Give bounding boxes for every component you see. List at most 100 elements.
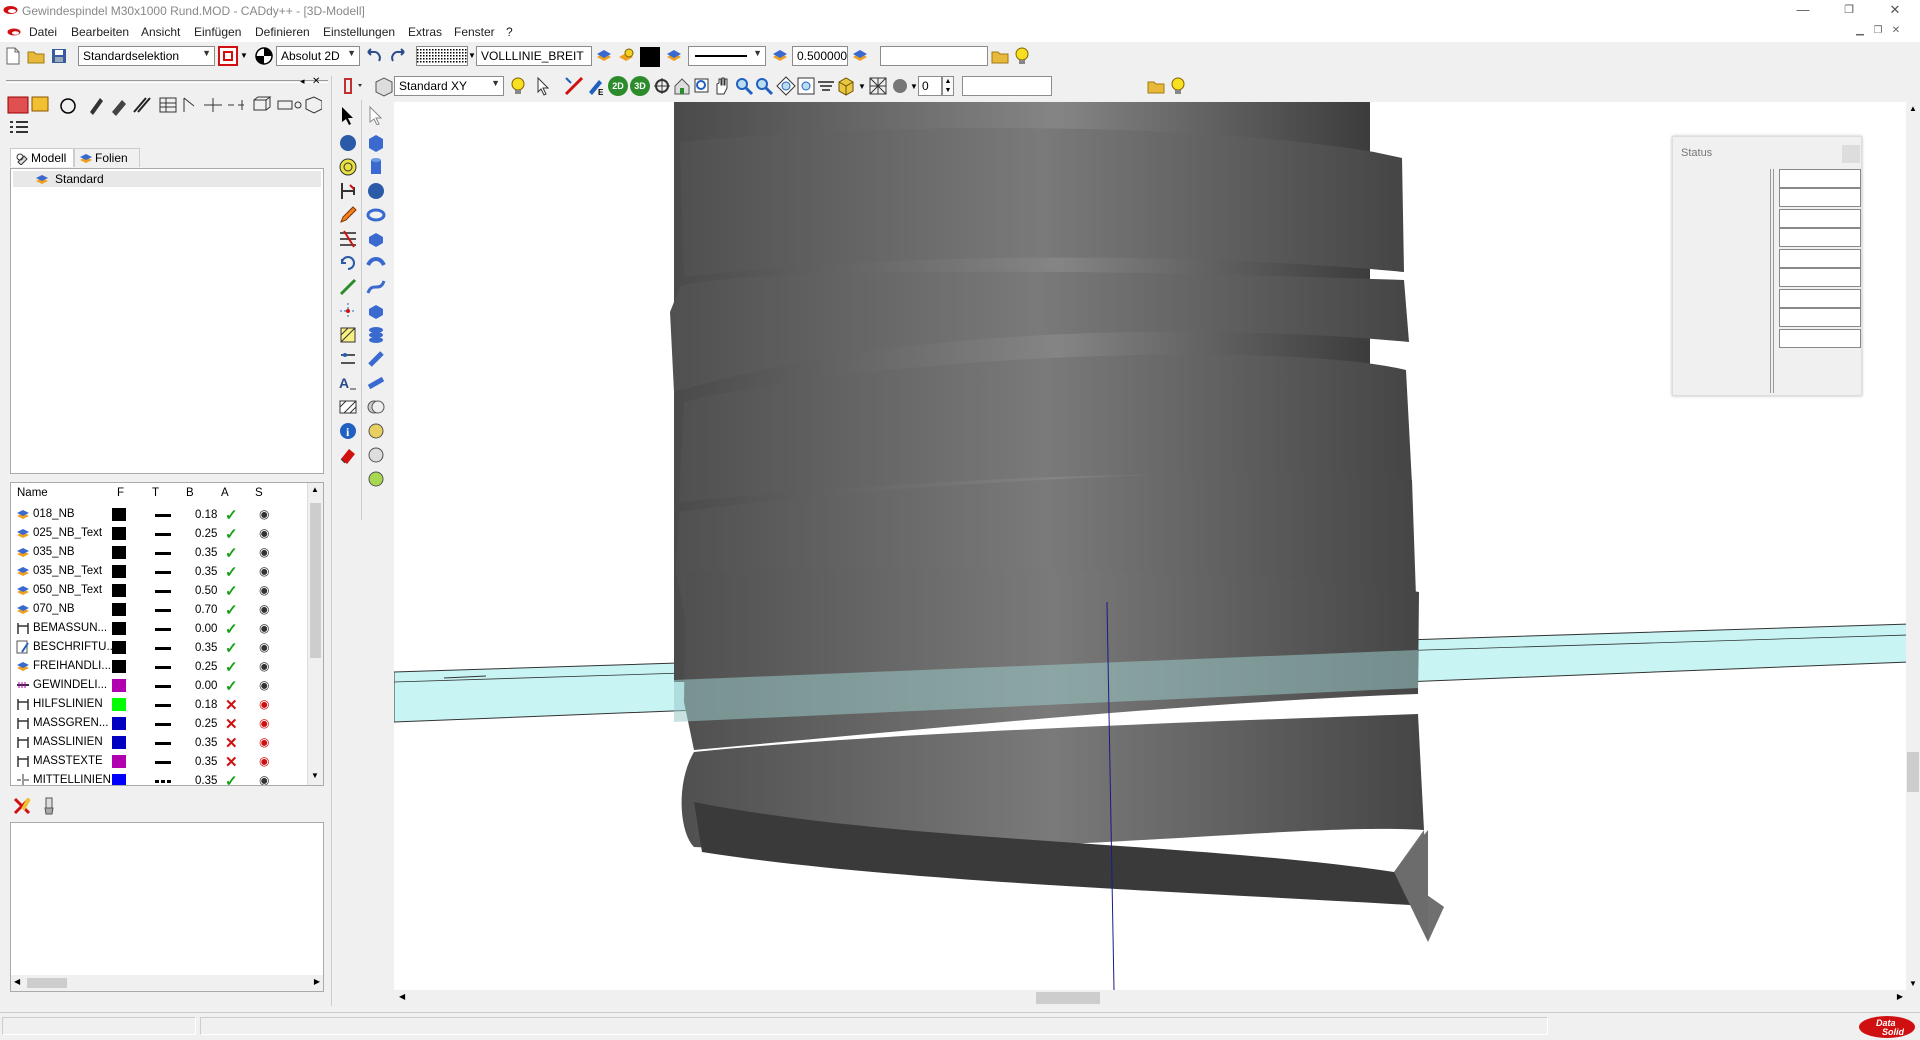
mdi-restore-button[interactable]: ❐: [1870, 25, 1886, 39]
layer-row[interactable]: 025_NB_Text 0.25 ✓ ◉: [11, 524, 307, 543]
layer-linetype[interactable]: [155, 704, 171, 707]
menu-bearbeiten[interactable]: Bearbeiten: [71, 25, 129, 39]
delete-red-x-icon[interactable]: [12, 796, 32, 816]
layer-color-swatch[interactable]: [112, 774, 126, 785]
pipe-tool-icon[interactable]: [364, 372, 388, 394]
eye-icon[interactable]: ◉: [259, 545, 269, 559]
status-close-button[interactable]: [1842, 145, 1860, 163]
layer-linetype[interactable]: [155, 571, 171, 574]
mdi-close-button[interactable]: ✕: [1888, 25, 1904, 39]
tab-folien[interactable]: Folien: [74, 148, 140, 167]
cross-icon[interactable]: ✕: [225, 715, 238, 733]
eye-icon[interactable]: ◉: [259, 507, 269, 521]
layer-width[interactable]: 0.35: [195, 566, 217, 578]
info-icon[interactable]: i: [336, 420, 360, 442]
layer-color-swatch[interactable]: [112, 508, 126, 521]
tab-modell[interactable]: Modell: [10, 148, 74, 167]
menu-einstellungen[interactable]: Einstellungen: [323, 25, 395, 39]
measure-icon[interactable]: [564, 76, 584, 96]
shell-tool-icon[interactable]: [364, 348, 388, 370]
sphere-tool-icon[interactable]: [336, 132, 360, 154]
col-header-f[interactable]: F: [117, 487, 124, 499]
eye-icon[interactable]: ◉: [259, 659, 269, 673]
eye-icon[interactable]: ◉: [259, 564, 269, 578]
properties-hscrollbar[interactable]: ◀ ▶: [11, 975, 323, 991]
line-type-field[interactable]: VOLLLINIE_BREIT: [476, 46, 592, 66]
layer-row[interactable]: 035_NB_Text 0.35 ✓ ◉: [11, 562, 307, 581]
lightbulb-icon-2[interactable]: [1168, 76, 1188, 96]
transform-tool-icon[interactable]: [336, 348, 360, 370]
eye-hidden-icon[interactable]: ◉: [259, 697, 269, 711]
menu-extras[interactable]: Extras: [408, 25, 442, 39]
eye-hidden-icon[interactable]: ◉: [259, 735, 269, 749]
select-tool-alt-icon[interactable]: [364, 104, 388, 126]
cross-icon[interactable]: ✕: [225, 753, 238, 771]
layer-width[interactable]: 0.35: [195, 775, 217, 785]
save-icon[interactable]: [49, 46, 69, 66]
layer-linetype[interactable]: [155, 628, 171, 631]
layer-width[interactable]: 0.70: [195, 604, 217, 616]
layer-linetype[interactable]: [155, 761, 171, 764]
eye-icon[interactable]: ◉: [259, 773, 269, 785]
menu-definieren[interactable]: Definieren: [255, 25, 310, 39]
layer-color-swatch[interactable]: [112, 755, 126, 768]
view-3d-button[interactable]: 3D: [630, 76, 650, 96]
layer-width[interactable]: 0.00: [195, 623, 217, 635]
coordinate-origin-icon[interactable]: [254, 46, 274, 66]
open-folder-icon[interactable]: [26, 46, 46, 66]
toolbar2-search-field[interactable]: [962, 76, 1052, 96]
grid-dropdown-icon[interactable]: ▼: [468, 51, 476, 60]
view-cube-icon[interactable]: [372, 76, 394, 98]
panel-pin-icon[interactable]: ◂: [300, 76, 305, 87]
layer-width[interactable]: 0.25: [195, 661, 217, 673]
shading-dropdown-icon[interactable]: ▼: [910, 82, 918, 91]
col-header-s[interactable]: S: [255, 487, 263, 499]
boolean-tool-icon[interactable]: [364, 396, 388, 418]
shaded-sphere-icon[interactable]: [890, 76, 910, 96]
layer-linetype[interactable]: [155, 647, 171, 650]
material-tool-icon[interactable]: [364, 420, 388, 442]
rotate-view-icon[interactable]: [652, 76, 672, 96]
layer-settings-icon[interactable]: [616, 46, 636, 66]
cross-icon[interactable]: ✕: [225, 734, 238, 752]
layer-row[interactable]: 050_NB_Text 0.50 ✓ ◉: [11, 581, 307, 600]
view-2d-button[interactable]: 2D: [608, 76, 628, 96]
eye-icon[interactable]: ◉: [259, 526, 269, 540]
tree-item-standard[interactable]: Standard: [13, 171, 321, 187]
zoom-all-icon[interactable]: [776, 76, 796, 96]
layer-width[interactable]: 0.35: [195, 547, 217, 559]
dimension-tool-icon[interactable]: [336, 180, 360, 202]
redo-icon[interactable]: [388, 46, 408, 66]
zoom-window-icon[interactable]: [692, 76, 712, 96]
layer-row[interactable]: MASSTEXTE 0.35 ✕ ◉: [11, 752, 307, 771]
check-icon[interactable]: ✓: [225, 658, 238, 676]
check-icon[interactable]: ✓: [225, 601, 238, 619]
menu-datei[interactable]: Datei: [29, 25, 57, 39]
check-icon[interactable]: ✓: [225, 544, 238, 562]
select-tool-icon[interactable]: [336, 104, 360, 126]
close-button[interactable]: ✕: [1872, 0, 1918, 22]
sphere-solid-icon[interactable]: [364, 180, 388, 202]
layer-width[interactable]: 0.00: [195, 680, 217, 692]
layer-linetype[interactable]: [155, 742, 171, 745]
trim-tool-icon[interactable]: [336, 228, 360, 250]
layer-linetype[interactable]: [155, 590, 171, 593]
layer-color-swatch[interactable]: [112, 565, 126, 578]
eraser-tool-icon[interactable]: [336, 444, 360, 466]
layer-color-swatch[interactable]: [112, 679, 126, 692]
menu-einfuegen[interactable]: Einfügen: [194, 25, 241, 39]
check-icon[interactable]: ✓: [225, 772, 238, 785]
mdi-minimize-button[interactable]: ▁: [1852, 25, 1868, 39]
col-header-name[interactable]: Name: [17, 487, 48, 499]
text-tool-icon[interactable]: A: [336, 372, 360, 394]
layer-linetype[interactable]: [155, 780, 171, 783]
line-style-select[interactable]: ▼: [688, 46, 766, 66]
lightbulb-icon[interactable]: [1012, 46, 1032, 66]
layer-width[interactable]: 0.35: [195, 756, 217, 768]
layer-linetype[interactable]: [155, 533, 171, 536]
check-icon[interactable]: ✓: [225, 525, 238, 543]
viewport-vscrollbar[interactable]: ▲ ▼: [1906, 102, 1920, 990]
select-arrow-icon[interactable]: [534, 76, 554, 96]
hatch-tool-icon[interactable]: [336, 324, 360, 346]
layer-color-swatch[interactable]: [112, 527, 126, 540]
